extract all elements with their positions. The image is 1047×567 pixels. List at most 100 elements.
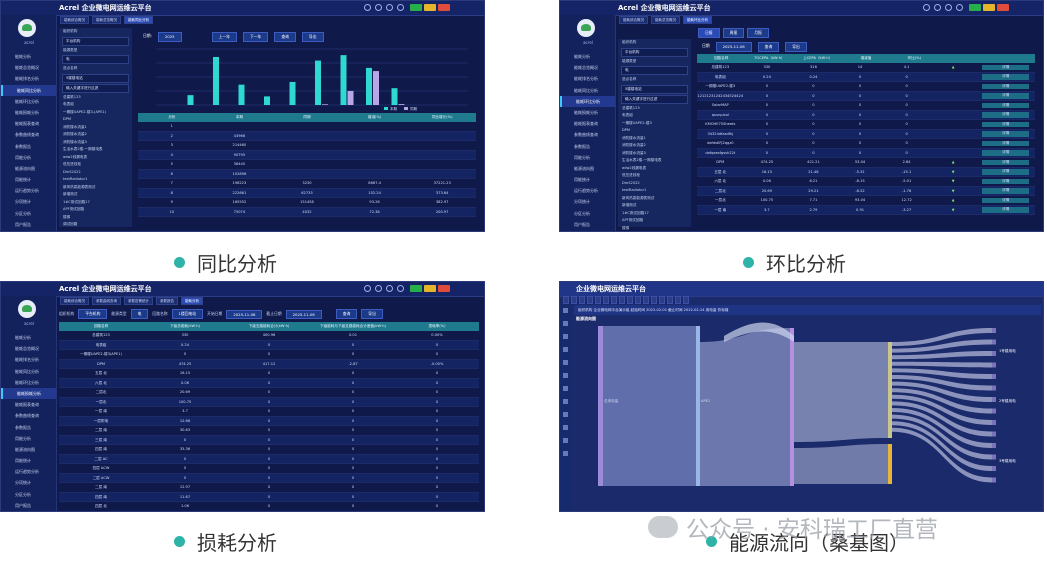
sidebar-item[interactable]: 参数报告 [1,141,56,152]
tree-node[interactable]: adw2线漏电表 [618,165,691,173]
sidebar-item[interactable]: 能耗报表查询 [560,118,615,129]
filter-tree[interactable]: 组织机构 平台机构 能源类型电选点名称 5楼楼电站 输入关键字进行过滤 总建筑123 电表组… [618,39,691,230]
tree-node[interactable]: 能源类型 [618,58,691,66]
tab-row[interactable]: 能耗综合概况 参数曲线查询 参数告警统计 参数报告 能耗分析 [57,297,484,305]
tree-node[interactable]: DPM [59,116,132,124]
report-type-tabs[interactable]: 日报 周报 月报 [698,28,769,38]
sidebar-item[interactable]: 运行趋势分析 [1,185,56,196]
tree-node[interactable]: 低压进线柜 [59,161,132,169]
sidebar-item[interactable]: 能耗分析 [1,51,56,62]
tree-node[interactable]: 组织机构 [59,28,132,36]
sidebar-item[interactable]: 能耗分析 [1,332,56,343]
tree-node[interactable]: 生活水表2楼-一期楼电表 [59,146,132,154]
table-cell[interactable]: 详情 [982,74,1030,80]
sidebar-item[interactable]: 能耗损耗分析 [1,387,56,400]
filter-select[interactable]: 电 [62,55,129,64]
sidebar-item[interactable]: 能耗损耗分析 [560,107,615,118]
sidebar-item[interactable]: 能耗环比分析 [1,96,56,107]
sidebar-item[interactable]: 能耗同比分析 [1,84,56,96]
sidebar-item[interactable]: 能耗总览概况 [1,343,56,354]
tab-item[interactable]: 参数告警统计 [124,297,153,305]
tab-item[interactable]: 能耗总览概况 [92,16,121,24]
tree-node[interactable]: 低压进线柜 [618,172,691,180]
report-tab[interactable]: 日报 [698,28,720,38]
tab-item[interactable]: 能耗环比分析 [683,16,712,24]
filter-select[interactable]: 电 [621,66,688,75]
tab-item[interactable]: 能耗同比分析 [124,16,153,24]
tree-node[interactable]: 消防楼水流量1 [59,124,132,132]
tab-item[interactable]: 参数报告 [156,297,178,305]
table-cell[interactable]: 详情 [982,131,1030,137]
tree-node[interactable]: APF测试回路 [59,206,132,214]
sidebar-item[interactable]: 能耗排名分析 [1,354,56,365]
tree-node[interactable]: 新风热泵能源表测试 [618,195,691,203]
sidebar-item[interactable]: 分项统计 [1,196,56,207]
tab-row[interactable]: 能耗综合概况 能耗总览概况 能耗同比分析 [57,16,484,24]
sidebar-item[interactable]: 运行趋势分析 [1,466,56,477]
tree-node[interactable]: DPM [618,127,691,135]
query-button[interactable]: 查询 [757,42,780,52]
table-cell[interactable]: 详情 [982,197,1030,203]
filter-value[interactable]: 2025-11-06 [226,309,263,319]
tab-row[interactable] [560,296,1043,304]
sidebar-item[interactable]: 用户报告 [1,500,56,511]
sidebar-item[interactable]: 运行趋势分析 [560,185,615,196]
table-cell[interactable]: 详情 [982,93,1030,99]
sidebar-item[interactable]: 日常巡检 [1,511,56,512]
tab-item[interactable]: 参数曲线查询 [92,297,121,305]
filter-select[interactable]: 5楼楼电站 [621,84,688,94]
sidebar-item[interactable]: 能耗总览概况 [560,62,615,73]
table-cell[interactable]: 详情 [982,64,1030,70]
table-cell[interactable]: 详情 [982,140,1030,146]
sidebar-item[interactable]: 能耗同比分析 [1,366,56,377]
tab-item[interactable]: 能耗分析 [181,297,203,305]
tree-node[interactable]: 总建筑123 [618,105,691,113]
tree-node[interactable]: 消防楼水流量3 [59,139,132,147]
tree-node[interactable]: 组织机构 [618,39,691,47]
tree-node[interactable]: 总建筑123 [59,94,132,102]
sidebar-item[interactable]: 能耗排名分析 [1,73,56,84]
tree-node[interactable]: 1#C测试回路17 [59,199,132,207]
sidebar-item[interactable]: 能耗排名分析 [560,73,615,84]
table-cell[interactable]: 详情 [982,159,1030,165]
tree-node[interactable]: adw2线漏电表 [59,154,132,162]
sidebar-item[interactable]: 能源流向图 [1,163,56,174]
table-cell[interactable]: 详情 [982,83,1030,89]
table-cell[interactable]: 详情 [982,207,1030,213]
filter-value[interactable]: 1楼回电站 [171,309,204,319]
sidebar-item[interactable]: 用能分析 [1,433,56,444]
filter-select[interactable]: 平台机构 [621,47,688,57]
sidebar-item[interactable]: 分区分析 [560,208,615,219]
tree-node[interactable]: DmS2022 [618,180,691,188]
tree-node[interactable]: 电表组 [59,101,132,109]
sidebar-item[interactable]: 能耗环比分析 [560,95,615,107]
table-cell[interactable]: 详情 [982,150,1030,156]
sidebar-item[interactable]: 参数报告 [560,141,615,152]
tab-row[interactable]: 能耗综合概况 能耗总览概况 能耗环比分析 [616,16,1043,24]
date-picker[interactable]: 2025-11-06 [715,42,752,52]
export-button[interactable]: 导出 [785,42,807,52]
sidebar-item[interactable]: 用户报告 [560,219,615,230]
sidebar-item[interactable]: 能耗分析 [560,51,615,62]
sidebar-item[interactable]: 用能分析 [560,152,615,163]
sankey-filter-bar[interactable]: 组织机构 企业微电网平台演示组 起始时间 2022-02-01 截止时间 202… [574,305,1041,315]
tree-node[interactable]: 新增测试 [618,202,691,210]
filter-tree[interactable]: 组织机构 平台机构 能源类型电选点名称 5楼楼电站 输入关键字进行过滤 总建筑123 电表组… [59,28,132,227]
sidebar-item[interactable]: 用能统计 [560,174,615,185]
filter-select[interactable]: 平台机构 [62,36,129,46]
tree-node[interactable]: testRadiator1 [618,187,691,195]
sidebar-item[interactable]: 参数报告 [1,422,56,433]
sidebar-item[interactable]: 参数曲线查询 [1,410,56,421]
tree-node[interactable]: 楼梯 [618,225,691,232]
sidebar-item[interactable]: 能源流向图 [560,163,615,174]
sidebar-item[interactable]: 参数曲线查询 [560,129,615,140]
tree-node[interactable]: 调试回路 [59,221,132,229]
tree-node[interactable]: 一期楼UAPE2-楼3-(APE1) [59,109,132,117]
tree-node[interactable]: 楼梯 [59,214,132,222]
table-cell[interactable]: 详情 [982,169,1030,175]
filter-select[interactable]: 输入关键字进行过滤 [621,94,688,104]
sidebar-item[interactable]: 用能统计 [1,174,56,185]
tree-node[interactable]: 新风热泵能源表测试 [59,184,132,192]
sidebar-item[interactable]: 能耗总览概况 [1,62,56,73]
filter-select[interactable]: 5楼楼电站 [62,73,129,83]
